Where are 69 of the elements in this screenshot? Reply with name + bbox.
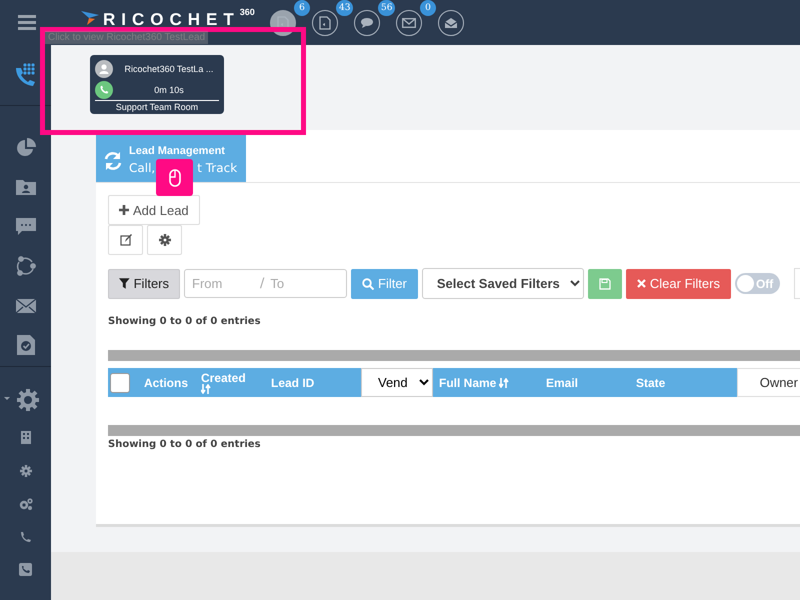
- clear-filters-button[interactable]: Clear Filters: [626, 268, 731, 298]
- room-name: Support Team Room: [95, 100, 219, 112]
- column-header[interactable]: Actions: [144, 376, 188, 390]
- document-icon: [277, 16, 289, 30]
- filter-button[interactable]: Filter: [351, 268, 418, 298]
- count-badge: 56: [378, 0, 396, 16]
- chat-icon: [360, 16, 374, 28]
- mouse-icon: [168, 168, 180, 186]
- select-all-checkbox[interactable]: [110, 372, 130, 392]
- logo-mark-icon: [81, 11, 99, 25]
- entries-info: Showing 0 to 0 of 0 entries: [108, 439, 262, 452]
- date-separator: /: [260, 276, 264, 291]
- tile-subtitle: Call,: [129, 161, 156, 175]
- call-card[interactable]: Ricochet360 TestLa ... 0m 10s Support Team Room: [90, 55, 224, 114]
- sort-icon: [499, 378, 510, 388]
- logo-text: RICOCHET$^{360}$: [103, 8, 255, 28]
- tile-subtitle: t Track: [197, 161, 238, 175]
- plus-icon: [119, 205, 129, 215]
- toggle-switch[interactable]: Off: [734, 273, 780, 294]
- save-icon: [598, 278, 611, 290]
- settings-icon: [158, 234, 170, 246]
- dialpad-phone-icon[interactable]: [14, 62, 38, 88]
- funnel-icon: [119, 278, 130, 289]
- count-badge: 43: [336, 0, 354, 16]
- menu-icon[interactable]: [18, 15, 36, 30]
- saved-filters-select[interactable]: Select Saved Filters: [422, 268, 584, 299]
- settings-icon[interactable]: [20, 464, 32, 476]
- mail-icon[interactable]: [16, 298, 36, 313]
- notification-button[interactable]: [354, 10, 380, 36]
- horizontal-scrollbar[interactable]: [108, 425, 800, 436]
- building-icon[interactable]: [20, 431, 30, 444]
- avatar-icon: [95, 60, 113, 78]
- mail-icon: [402, 18, 416, 28]
- pie-chart-icon[interactable]: [16, 138, 36, 158]
- tile-title: Lead Management: [129, 144, 226, 158]
- notification-button[interactable]: [312, 10, 338, 36]
- document-icon: [319, 16, 331, 30]
- column-header[interactable]: Email: [546, 376, 578, 390]
- count-badge: 0: [420, 0, 436, 16]
- column-filter-select[interactable]: Vend: [361, 368, 433, 397]
- contact-folder-icon[interactable]: [16, 179, 36, 196]
- caller-name: Ricochet360 TestLa ...: [124, 64, 214, 74]
- chat-icon[interactable]: [16, 218, 36, 236]
- column-header[interactable]: State: [636, 376, 666, 390]
- share-icon[interactable]: [16, 256, 36, 276]
- add-lead-button[interactable]: Add Lead: [108, 195, 200, 225]
- column-header[interactable]: Owner: [737, 368, 800, 397]
- entries-info: Showing 0 to 0 of 0 entries: [108, 316, 262, 329]
- notification-button[interactable]: [396, 10, 422, 36]
- column-header[interactable]: Created: [201, 372, 246, 394]
- column-header[interactable]: Full Name: [439, 376, 510, 388]
- notification-button[interactable]: [438, 10, 464, 36]
- call-duration: 0m 10s: [153, 84, 185, 94]
- horizontal-scrollbar[interactable]: [108, 350, 800, 361]
- close-icon: [636, 279, 646, 288]
- search-icon: [362, 278, 374, 290]
- edit-icon: [120, 234, 132, 246]
- checked-document-icon[interactable]: [16, 335, 34, 356]
- edit-button[interactable]: [108, 225, 143, 255]
- phone-icon[interactable]: [95, 80, 113, 98]
- gears-icon[interactable]: [18, 498, 32, 510]
- column-header[interactable]: Lead ID: [271, 376, 314, 390]
- filters-button[interactable]: Filters: [108, 268, 180, 298]
- settings-button[interactable]: [147, 225, 182, 255]
- refresh-icon: [103, 151, 123, 171]
- open-mail-icon: [444, 16, 458, 28]
- sort-icon: [201, 384, 211, 394]
- settings-icon[interactable]: [4, 389, 40, 411]
- count-badge: 6: [294, 0, 310, 16]
